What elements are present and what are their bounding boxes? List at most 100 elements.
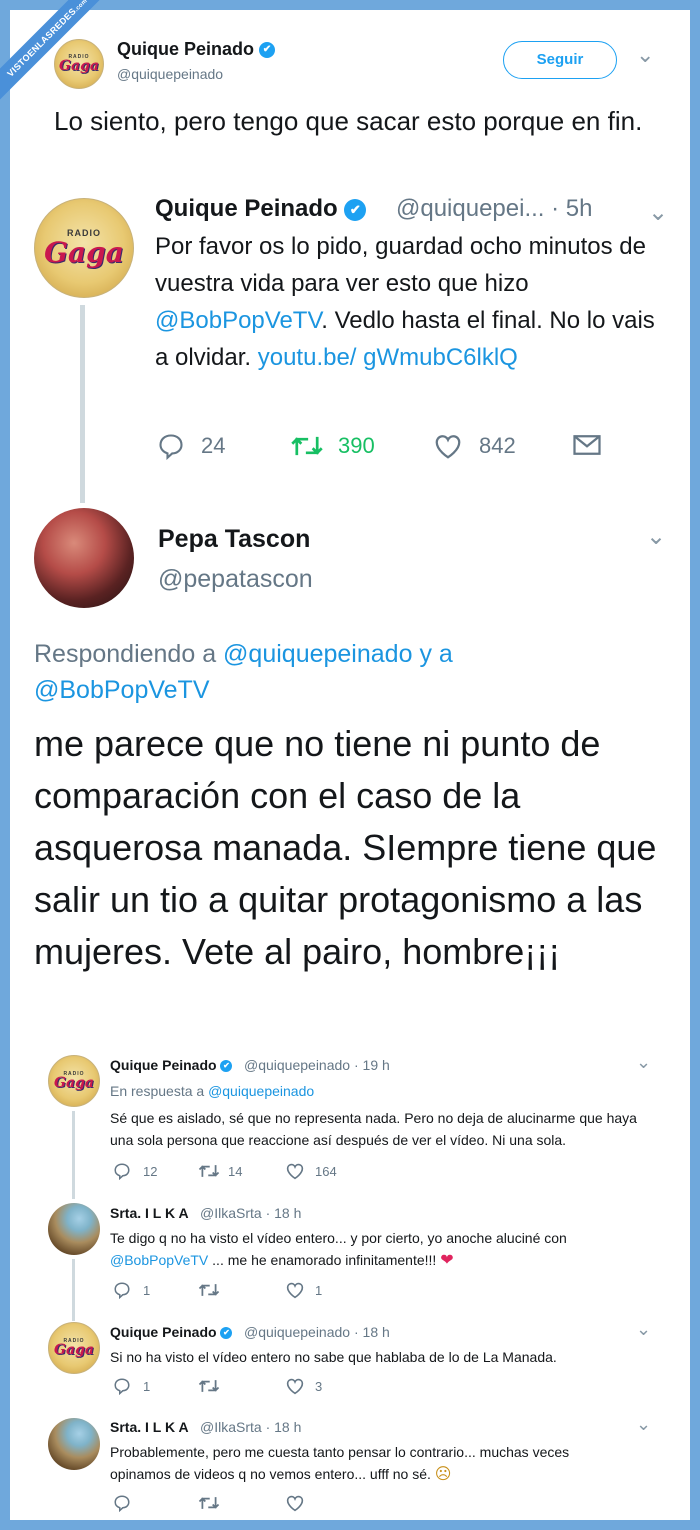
- tweet-text: Si no ha visto el vídeo entero no sabe q…: [110, 1349, 557, 1365]
- reply-icon: [114, 1378, 130, 1395]
- author-name[interactable]: Quique Peinado ✔: [110, 1324, 233, 1340]
- tweet-time[interactable]: · 5h: [551, 195, 592, 222]
- verified-icon: ✔: [344, 198, 367, 221]
- retweet-count: 14: [228, 1163, 243, 1179]
- heart-icon: [286, 1163, 304, 1180]
- avatar[interactable]: RADIO Gaga: [34, 198, 134, 298]
- author-handle[interactable]: @IlkaSrta · 18 h: [200, 1205, 301, 1221]
- verified-icon: ✔: [259, 42, 276, 59]
- like-action[interactable]: 3: [285, 1377, 322, 1395]
- reply-icon: [114, 1163, 130, 1180]
- retweet-icon: [198, 1380, 220, 1392]
- author-name[interactable]: Pepa Tascon: [158, 525, 310, 554]
- watermark-suffix: .com: [73, 0, 89, 14]
- reply-action[interactable]: 24: [157, 432, 225, 460]
- author-name[interactable]: Quique Peinado ✔: [117, 39, 276, 60]
- avatar[interactable]: [48, 1203, 100, 1255]
- tweet-text: Sé que es aislado, sé que no representa …: [110, 1110, 637, 1148]
- reply-action[interactable]: 1: [113, 1377, 150, 1395]
- tweet-time[interactable]: · 18 h: [266, 1205, 302, 1221]
- tweet-time[interactable]: · 18 h: [354, 1324, 390, 1340]
- avatar[interactable]: RADIO Gaga: [48, 1322, 100, 1374]
- reply-icon: [114, 1282, 130, 1299]
- mention-link[interactable]: @quiquepeinado: [208, 1083, 314, 1099]
- url-link[interactable]: youtu.be/ gWmubC6lklQ: [258, 344, 518, 371]
- like-count: 164: [315, 1163, 337, 1179]
- author-name[interactable]: Quique Peinado ✔: [110, 1057, 233, 1073]
- heart-icon: [435, 435, 461, 459]
- thread-line: [72, 1111, 75, 1199]
- chevron-down-icon[interactable]: ⌄: [636, 1052, 651, 1073]
- envelope-icon: [573, 435, 601, 455]
- reply-action[interactable]: [113, 1494, 131, 1512]
- author-handle[interactable]: @quiquepeinado · 18 h: [244, 1324, 390, 1340]
- retweet-count: 390: [338, 433, 375, 458]
- verified-icon: ✔: [220, 1060, 233, 1073]
- chevron-down-icon[interactable]: ⌄: [646, 522, 666, 551]
- mention-link[interactable]: @BobPopVeTV: [155, 307, 321, 334]
- like-count: 1: [315, 1282, 323, 1298]
- tweet-text: Lo siento, pero tengo que sacar esto por…: [54, 106, 643, 136]
- like-action[interactable]: 842: [433, 432, 516, 460]
- chevron-down-icon[interactable]: ⌄: [648, 198, 668, 227]
- verified-icon: ✔: [220, 1327, 233, 1340]
- message-action[interactable]: [572, 432, 602, 458]
- like-action[interactable]: [285, 1494, 305, 1512]
- reply-action[interactable]: 1: [113, 1281, 150, 1299]
- tweet-text: me parece que no tiene ni punto de compa…: [34, 723, 657, 972]
- heart-icon: [286, 1282, 304, 1299]
- retweet-action[interactable]: [198, 1281, 228, 1299]
- tweet-text: Por favor os lo pido, guardad ocho minut…: [155, 233, 655, 371]
- reply-count: 12: [143, 1163, 158, 1179]
- replying-and: y a: [419, 640, 453, 668]
- author-handle[interactable]: @quiquepeinado · 19 h: [244, 1057, 390, 1073]
- avatar[interactable]: [34, 508, 134, 608]
- in-reply-to: En respuesta a @quiquepeinado: [110, 1083, 315, 1099]
- reply-count: 1: [143, 1282, 151, 1298]
- tweet-text: Te digo q no ha visto el vídeo entero...…: [110, 1230, 567, 1269]
- avatar[interactable]: [48, 1418, 100, 1470]
- reply-action[interactable]: 12: [113, 1162, 157, 1180]
- avatar[interactable]: RADIO Gaga: [48, 1055, 100, 1107]
- tweet-text: Probablemente, pero me cuesta tanto pens…: [110, 1444, 570, 1483]
- like-count: 3: [315, 1378, 323, 1394]
- like-action[interactable]: 1: [285, 1281, 322, 1299]
- author-handle[interactable]: @pepatascon: [158, 565, 313, 594]
- author-name[interactable]: Srta. I L K A: [110, 1205, 189, 1221]
- reply-count: 24: [201, 433, 226, 458]
- author-handle[interactable]: @quiquepei... · 5h: [396, 195, 593, 223]
- mention-link[interactable]: @BobPopVeTV: [110, 1252, 208, 1268]
- reply-icon: [159, 434, 183, 460]
- retweet-icon: [198, 1165, 220, 1177]
- author-handle[interactable]: @IlkaSrta · 18 h: [200, 1419, 301, 1435]
- replying-to: Respondiendo a @quiquepeinado y a @BobPo…: [34, 640, 453, 704]
- avatar[interactable]: RADIO Gaga: [54, 39, 104, 89]
- follow-button[interactable]: Seguir: [503, 41, 617, 79]
- heart-icon: [286, 1378, 304, 1395]
- retweet-action[interactable]: [198, 1377, 220, 1395]
- retweet-icon: [198, 1497, 220, 1509]
- tweet-time[interactable]: · 19 h: [354, 1057, 390, 1073]
- heart-icon: [286, 1495, 304, 1512]
- chevron-down-icon[interactable]: ⌄: [636, 1319, 651, 1340]
- reply-icon: [114, 1495, 130, 1512]
- like-action[interactable]: 164: [285, 1162, 337, 1180]
- chevron-down-icon[interactable]: ⌄: [636, 42, 654, 68]
- retweet-action[interactable]: 14: [198, 1162, 242, 1180]
- retweet-action[interactable]: 390: [290, 432, 375, 460]
- mention-link[interactable]: @quiquepeinado: [223, 640, 412, 668]
- retweet-icon: [291, 436, 323, 456]
- retweet-icon: [198, 1284, 220, 1296]
- like-count: 842: [479, 433, 516, 458]
- chevron-down-icon[interactable]: ⌄: [636, 1414, 651, 1435]
- thread-line: [72, 1259, 75, 1321]
- heart-emoji: ❤: [440, 1252, 454, 1269]
- reply-count: 1: [143, 1378, 151, 1394]
- thread-line: [80, 305, 85, 503]
- author-name[interactable]: Srta. I L K A: [110, 1419, 189, 1435]
- tweet-time[interactable]: · 18 h: [266, 1419, 302, 1435]
- retweet-action[interactable]: [198, 1494, 220, 1512]
- author-name[interactable]: Quique Peinado ✔: [155, 195, 367, 223]
- author-handle[interactable]: @quiquepeinado: [117, 66, 223, 82]
- mention-link[interactable]: @BobPopVeTV: [34, 676, 210, 704]
